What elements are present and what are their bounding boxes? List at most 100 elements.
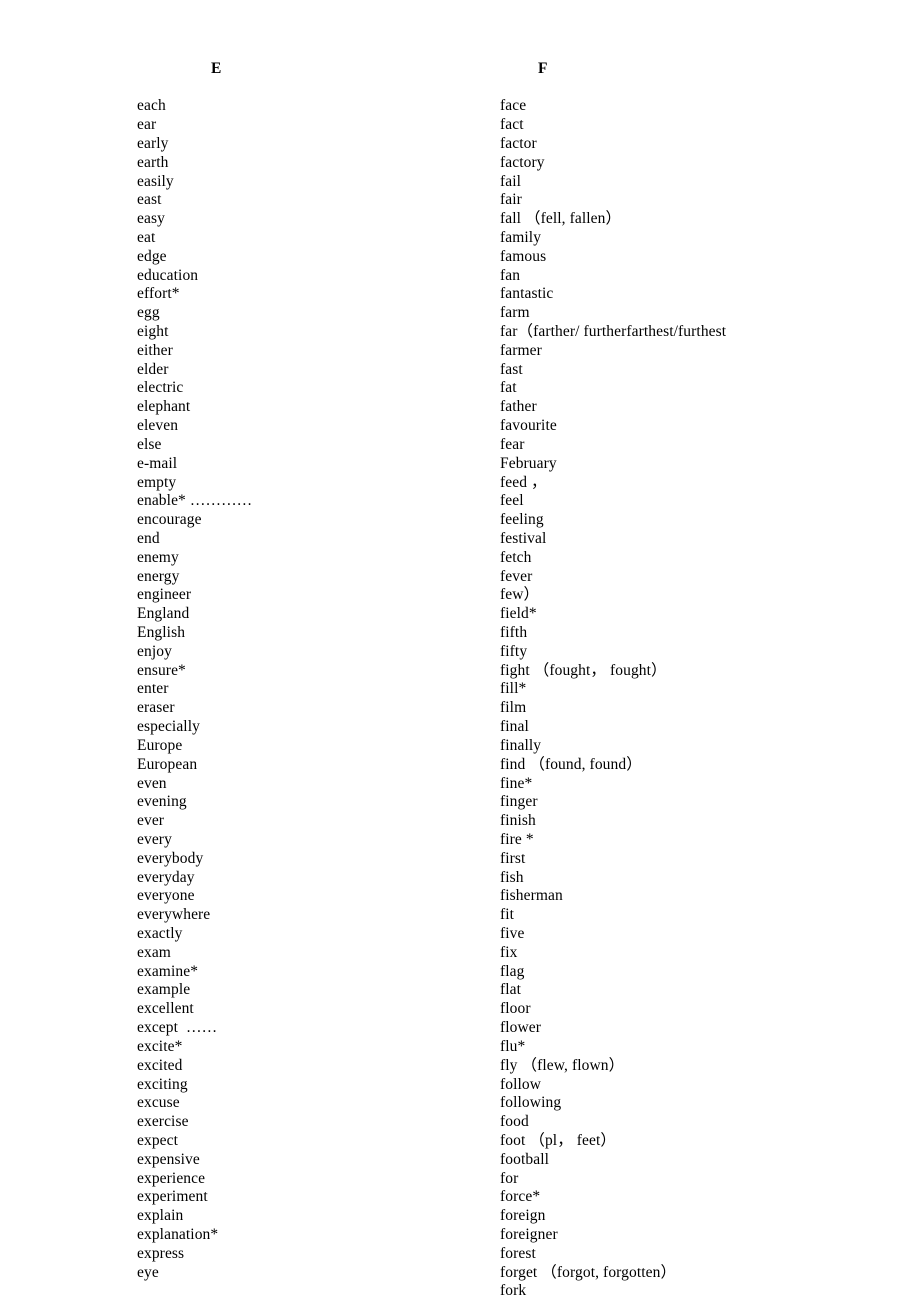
word-entry: food xyxy=(500,1113,529,1131)
word-entry: even xyxy=(137,774,167,792)
word-entry: forest xyxy=(500,1244,536,1262)
word-entry: fire * xyxy=(500,830,534,848)
word-entry: fifty xyxy=(500,642,528,660)
word-entry: experience xyxy=(137,1169,206,1187)
word-entry: ear xyxy=(137,116,157,134)
word-entry: flat xyxy=(500,981,522,999)
word-entry: fever xyxy=(500,567,533,585)
word-entry: fan xyxy=(500,266,521,284)
word-entry: fact xyxy=(500,116,524,134)
word-entry: fill* xyxy=(500,680,527,698)
word-entry: European xyxy=(137,755,198,773)
word-entry: energy xyxy=(137,567,180,585)
word-entry: face xyxy=(500,97,527,115)
word-entry: excellent xyxy=(137,1000,194,1018)
word-entry: easily xyxy=(137,172,174,190)
word-entry: excite* xyxy=(137,1037,183,1055)
word-entry: everyday xyxy=(137,868,195,886)
word-entry: flu* xyxy=(500,1037,526,1055)
word-entry: finish xyxy=(500,812,536,830)
word-entry: fast xyxy=(500,360,523,378)
word-entry: evening xyxy=(137,793,187,811)
word-entry: foot （pl， feet） xyxy=(500,1131,617,1149)
word-entry: electric xyxy=(137,379,184,397)
word-entry: fisherman xyxy=(500,887,563,905)
word-entry: examine* xyxy=(137,962,199,980)
word-entry: east xyxy=(137,191,162,209)
word-entry: except …… xyxy=(137,1019,218,1037)
word-entry: finally xyxy=(500,736,542,754)
word-entry: for xyxy=(500,1169,519,1187)
word-column-f: F face fact factor factory fail fair fall （fel… xyxy=(500,60,900,1301)
word-entry: fine* xyxy=(500,774,533,792)
word-entry: expensive xyxy=(137,1150,200,1168)
word-entry: every xyxy=(137,830,172,848)
word-entry: festival xyxy=(500,529,547,547)
word-entry: either xyxy=(137,341,173,359)
word-entry: fear xyxy=(500,435,525,453)
word-entry: factor xyxy=(500,134,537,152)
word-entry: eat xyxy=(137,228,156,246)
word-entry: fly （flew, flown） xyxy=(500,1056,625,1074)
word-entry: flower xyxy=(500,1019,542,1037)
word-entry: fat xyxy=(500,379,517,397)
word-entry: first xyxy=(500,849,526,867)
word-entry: encourage xyxy=(137,511,202,529)
word-entry: flag xyxy=(500,962,525,980)
word-entry: expect xyxy=(137,1131,179,1149)
word-entry: final xyxy=(500,718,529,736)
word-entry: follow xyxy=(500,1075,542,1093)
word-entry: excuse xyxy=(137,1094,180,1112)
word-entry: floor xyxy=(500,1000,531,1018)
word-entry: few） xyxy=(500,586,540,604)
section-heading-f: F xyxy=(538,60,548,77)
word-entry: enjoy xyxy=(137,642,172,660)
word-entry: foreigner xyxy=(500,1226,558,1244)
word-entry: famous xyxy=(500,247,547,265)
word-entry: experiment xyxy=(137,1188,208,1206)
word-entry: excited xyxy=(137,1056,183,1074)
word-list-f: face fact factor factory fail fair fall （fell,… xyxy=(500,97,900,1301)
word-entry: fit xyxy=(500,906,515,924)
word-entry: egg xyxy=(137,304,160,322)
word-entry: end xyxy=(137,529,160,547)
word-entry: fantastic xyxy=(500,285,554,303)
word-entry: especially xyxy=(137,718,200,736)
word-entry: ever xyxy=(137,812,165,830)
word-entry: exam xyxy=(137,943,171,961)
word-entry: Europe xyxy=(137,736,183,754)
word-entry: football xyxy=(500,1150,550,1168)
word-list-e: each ear early earth easily east easy eat edge ed… xyxy=(137,97,477,1282)
word-entry: eleven xyxy=(137,417,179,435)
word-entry: express xyxy=(137,1244,185,1262)
word-entry: everywhere xyxy=(137,906,211,924)
word-entry: fix xyxy=(500,943,518,961)
word-entry: fetch xyxy=(500,548,532,566)
heading-spacer xyxy=(137,79,477,98)
word-entry: fall （fell, fallen） xyxy=(500,210,622,228)
word-entry: each xyxy=(137,97,166,115)
word-entry: farmer xyxy=(500,341,542,359)
word-entry: ensure* xyxy=(137,661,186,679)
word-entry: far（farther/ furtherfarthest/furthest xyxy=(500,323,727,341)
word-entry: factory xyxy=(500,153,545,171)
word-entry: feel xyxy=(500,492,524,510)
word-entry: force* xyxy=(500,1188,541,1206)
word-entry: education xyxy=(137,266,199,284)
word-entry: everybody xyxy=(137,849,204,867)
word-entry: fight （fought， fought） xyxy=(500,661,667,679)
word-entry: edge xyxy=(137,247,167,265)
word-entry: fork xyxy=(500,1282,527,1300)
word-entry: everyone xyxy=(137,887,195,905)
word-entry: favourite xyxy=(500,417,557,435)
word-entry: e-mail xyxy=(137,454,178,472)
word-entry: forget （forgot, forgotten） xyxy=(500,1263,677,1281)
word-entry: exciting xyxy=(137,1075,188,1093)
word-entry: explain xyxy=(137,1207,184,1225)
word-entry: England xyxy=(137,605,190,623)
word-entry: fail xyxy=(500,172,522,190)
heading-spacer xyxy=(500,79,900,98)
word-entry: effort* xyxy=(137,285,180,303)
word-entry: earth xyxy=(137,153,169,171)
word-entry: finger xyxy=(500,793,538,811)
